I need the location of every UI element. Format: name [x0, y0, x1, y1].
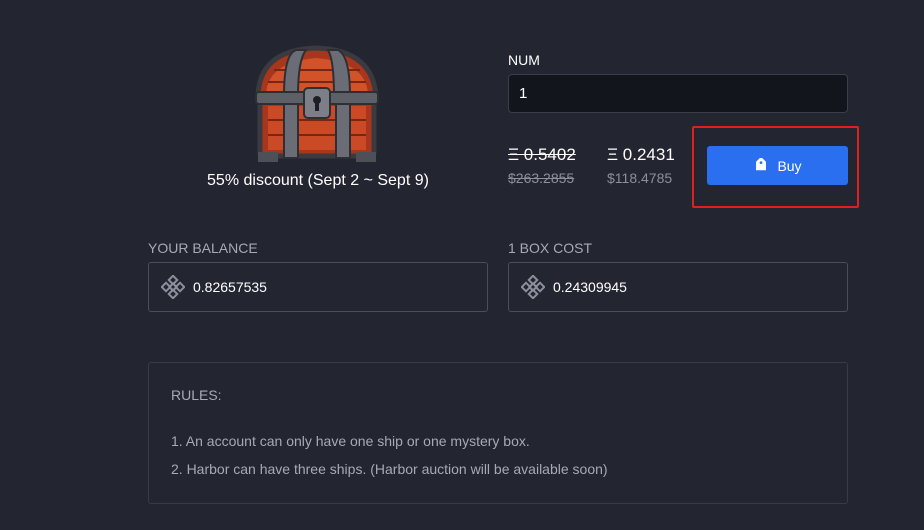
quantity-label: NUM [508, 52, 540, 68]
buy-button-label: Buy [777, 157, 802, 174]
buy-button[interactable]: Buy [707, 146, 848, 185]
mystery-box-image [244, 40, 388, 166]
discounted-price-usd: $118.4785 [607, 170, 673, 186]
rules-panel: RULES: 1. An account can only have one s… [148, 362, 848, 504]
box-cost-label: 1 BOX COST [508, 240, 593, 256]
original-price-eth: Ξ 0.5402 [508, 145, 576, 164]
rules-title: RULES: [171, 387, 222, 403]
balance-label: YOUR BALANCE [148, 240, 258, 256]
box-cost-field: 0.24309945 [508, 262, 848, 312]
bnb-icon [521, 275, 545, 299]
balance-value: 0.82657535 [193, 279, 267, 295]
rule-item: 1. An account can only have one ship or … [171, 433, 530, 449]
quantity-input[interactable] [508, 74, 848, 113]
rule-item: 2. Harbor can have three ships. (Harbor … [171, 461, 608, 477]
discount-text: 55% discount (Sept 2 ~ Sept 9) [207, 172, 429, 189]
original-price-usd: $263.2855 [508, 170, 575, 186]
discounted-price-eth: Ξ 0.2431 [607, 145, 675, 164]
balance-field: 0.82657535 [148, 262, 488, 312]
tag-icon [753, 157, 769, 174]
box-cost-value: 0.24309945 [553, 279, 627, 295]
treasure-chest-icon [255, 45, 379, 162]
bnb-icon [161, 275, 185, 299]
